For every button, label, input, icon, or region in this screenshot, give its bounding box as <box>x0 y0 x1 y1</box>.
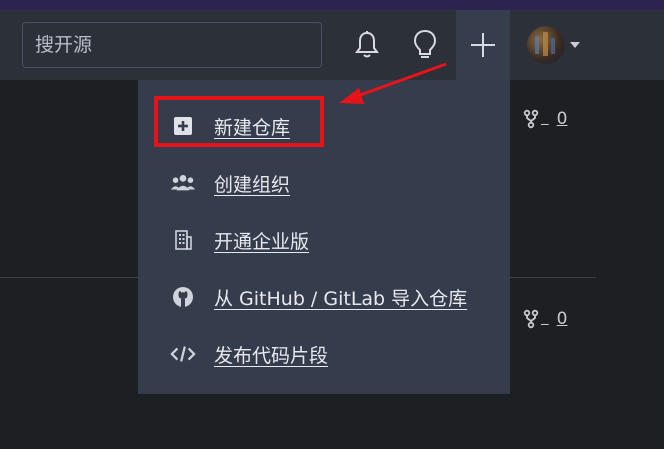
bell-icon <box>355 31 379 58</box>
fork-spacer <box>541 312 549 326</box>
lightbulb-icon <box>413 29 437 58</box>
fork-icon <box>523 309 539 329</box>
notifications-button[interactable] <box>347 24 387 66</box>
building-icon <box>170 227 196 253</box>
fork-count-link-2[interactable]: 0 <box>523 309 567 329</box>
fork-count: 0 <box>556 309 568 329</box>
create-menu-button[interactable] <box>456 10 510 80</box>
search-input[interactable] <box>22 22 322 68</box>
fork-spacer <box>541 112 549 126</box>
menu-item-enterprise[interactable]: 开通企业版 <box>138 215 510 265</box>
top-accent-strip <box>0 0 664 10</box>
menu-item-label: 从 GitHub / GitLab 导入仓库 <box>214 287 468 310</box>
plus-icon <box>471 33 495 57</box>
menu-item-label: 发布代码片段 <box>214 344 329 367</box>
annotation-highlight-box <box>154 96 324 147</box>
menu-item-create-org[interactable]: 创建组织 <box>138 158 510 208</box>
menu-item-snippet[interactable]: 发布代码片段 <box>138 329 510 379</box>
top-navbar <box>0 10 664 80</box>
fork-icon <box>523 109 539 129</box>
fork-count: 0 <box>556 109 568 129</box>
menu-item-label: 创建组织 <box>214 173 291 196</box>
caret-down-icon[interactable] <box>570 42 580 48</box>
github-icon <box>170 284 196 310</box>
menu-item-import[interactable]: 从 GitHub / GitLab 导入仓库 <box>138 272 510 322</box>
ideas-button[interactable] <box>405 24 445 66</box>
fork-count-link-1[interactable]: 0 <box>523 109 567 129</box>
avatar[interactable] <box>527 26 565 64</box>
code-icon <box>170 341 196 367</box>
group-icon <box>170 170 196 196</box>
avatar-image <box>535 32 555 56</box>
menu-item-label: 开通企业版 <box>214 230 310 253</box>
